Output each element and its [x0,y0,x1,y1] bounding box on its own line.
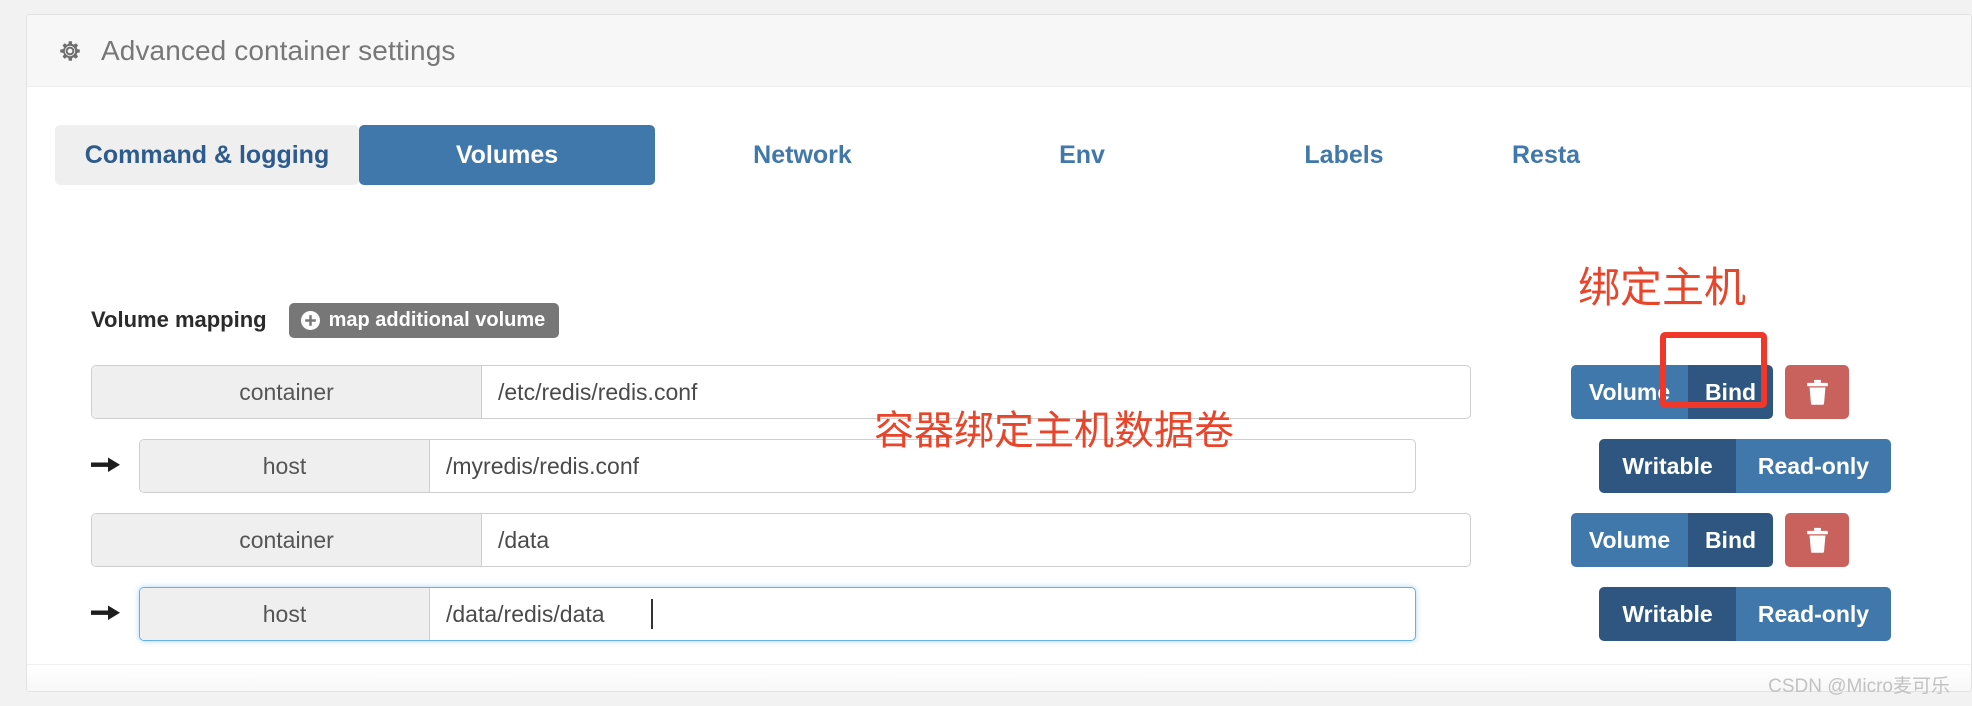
segment-label: Volume [1588,378,1671,405]
segment-label: Bind [1704,378,1757,405]
settings-tabs: Command & logging Volumes Network Env La… [55,125,1704,185]
tab-volumes[interactable]: Volumes [359,125,655,185]
segment-label: Volume [1588,526,1671,553]
segment-label: Bind [1704,526,1757,553]
trash-icon [1806,527,1828,553]
table-row: container Volume Bind [91,365,1951,419]
map-additional-volume-label: map additional volume [328,308,546,331]
access-mode-option-writable[interactable]: Writable [1599,439,1736,493]
tab-labels[interactable]: Labels [1214,125,1474,185]
plus-circle-icon [300,310,320,330]
panel-footer [27,664,1971,691]
page-title: Advanced container settings [101,34,456,66]
watermark: CSDN @Micro麦可乐 [1768,676,1950,697]
text-cursor [651,599,653,629]
tab-label: Resta [1512,140,1581,169]
gear-icon [60,40,80,61]
segment-label: Writable [1622,600,1713,627]
row-addon-label: host [140,588,430,640]
container-path-field-group: container [91,513,1471,567]
tab-restart-policy[interactable]: Resta [1474,125,1704,185]
tab-label: Volumes [455,140,559,169]
volume-type-toggle: Volume Bind [1571,365,1773,419]
access-mode-toggle: Writable Read-only [1599,587,1891,641]
container-path-input[interactable] [482,514,1470,566]
segment-label: Read-only [1757,452,1870,479]
access-mode-option-readonly[interactable]: Read-only [1736,587,1891,641]
volume-mapping-header: Volume mapping map additional volume [91,302,560,338]
arrow-right-icon [91,605,120,620]
host-path-input[interactable] [430,440,1415,492]
tab-env[interactable]: Env [950,125,1214,185]
volume-mapping-label: Volume mapping [91,307,267,332]
access-mode-option-writable[interactable]: Writable [1599,587,1736,641]
row-addon-label: host [140,440,430,492]
tab-network[interactable]: Network [655,125,950,185]
table-row: host Writable Read-only [91,587,1951,641]
volume-type-option-volume[interactable]: Volume [1571,513,1688,567]
tab-command-and-logging[interactable]: Command & logging [55,125,359,185]
panel-header: Advanced container settings [27,15,1971,87]
container-path-field-group: container [91,365,1471,419]
volume-type-option-bind[interactable]: Bind [1688,365,1773,419]
access-mode-option-readonly[interactable]: Read-only [1736,439,1891,493]
volume-type-toggle: Volume Bind [1571,513,1773,567]
volume-mapping-rows: container Volume Bind [91,365,1951,661]
trash-icon [1806,379,1828,405]
host-path-field-group: host [139,439,1416,493]
tab-label: Command & logging [84,140,330,169]
table-row: host Writable Read-only [91,439,1951,493]
volume-type-option-volume[interactable]: Volume [1571,365,1688,419]
access-mode-toggle: Writable Read-only [1599,439,1891,493]
tab-label: Labels [1304,140,1384,169]
host-path-field-group: host [139,587,1416,641]
advanced-container-settings-panel: Advanced container settings Command & lo… [26,14,1972,692]
segment-label: Writable [1622,452,1713,479]
table-row: container Volume Bind [91,513,1951,567]
delete-mapping-button[interactable] [1785,513,1849,567]
host-path-input[interactable] [430,588,1415,640]
row-addon-label: container [92,514,482,566]
volume-type-option-bind[interactable]: Bind [1688,513,1773,567]
arrow-right-icon [91,457,120,472]
tab-label: Env [1059,140,1105,169]
delete-mapping-button[interactable] [1785,365,1849,419]
map-additional-volume-button[interactable]: map additional volume [288,302,560,338]
segment-label: Read-only [1757,600,1870,627]
row-addon-label: container [92,366,482,418]
tab-label: Network [753,140,852,169]
container-path-input[interactable] [482,366,1470,418]
